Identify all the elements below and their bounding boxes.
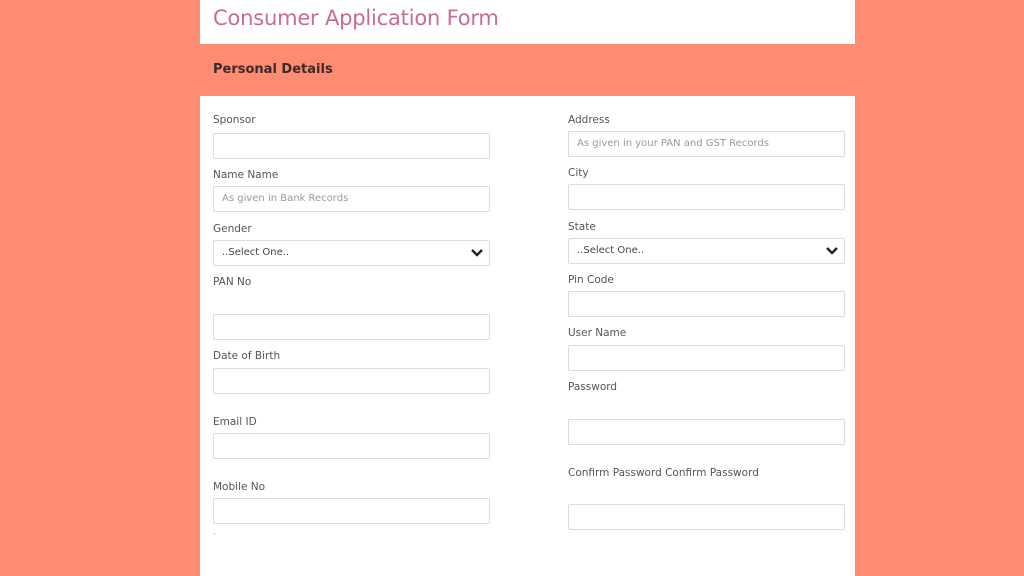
address-input[interactable]: As given in your PAN and GST Records [568, 131, 845, 157]
mobile-label: Mobile No [213, 481, 266, 493]
confirm-password-input[interactable] [568, 504, 845, 530]
state-selected-value: ..Select One.. [577, 245, 645, 256]
city-input[interactable] [568, 184, 845, 210]
pan-input[interactable] [213, 314, 490, 340]
sponsor-input[interactable] [213, 133, 490, 159]
confirm-password-label: Confirm Password Confirm Password [568, 467, 759, 479]
pan-label: PAN No [213, 276, 252, 288]
chevron-down-icon [826, 247, 838, 255]
gender-label: Gender [213, 223, 252, 235]
form-body: Sponsor Name Name As given in Bank Recor… [200, 96, 855, 576]
city-label: City [568, 167, 589, 179]
page-title: Consumer Application Form [213, 6, 499, 30]
dob-label: Date of Birth [213, 350, 281, 362]
section-title: Personal Details [213, 62, 333, 77]
password-label: Password [568, 381, 618, 393]
footnote-mark: ` [213, 532, 216, 542]
username-input[interactable] [568, 345, 845, 371]
chevron-down-icon [471, 249, 483, 257]
email-input[interactable] [213, 433, 490, 459]
name-input[interactable]: As given in Bank Records [213, 186, 490, 212]
username-label: User Name [568, 327, 627, 339]
pincode-label: Pin Code [568, 274, 614, 286]
password-input[interactable] [568, 419, 845, 445]
address-label: Address [568, 114, 610, 126]
section-header: Personal Details [200, 44, 855, 96]
gender-selected-value: ..Select One.. [222, 247, 290, 258]
gender-select[interactable]: ..Select One.. [213, 240, 490, 266]
email-label: Email ID [213, 416, 257, 428]
name-label: Name Name [213, 169, 279, 181]
dob-input[interactable] [213, 368, 490, 394]
state-select[interactable]: ..Select One.. [568, 238, 845, 264]
mobile-input[interactable] [213, 498, 490, 524]
form-title-bar: Consumer Application Form [200, 0, 855, 44]
pincode-input[interactable] [568, 291, 845, 317]
sponsor-label: Sponsor [213, 114, 256, 126]
state-label: State [568, 221, 596, 233]
